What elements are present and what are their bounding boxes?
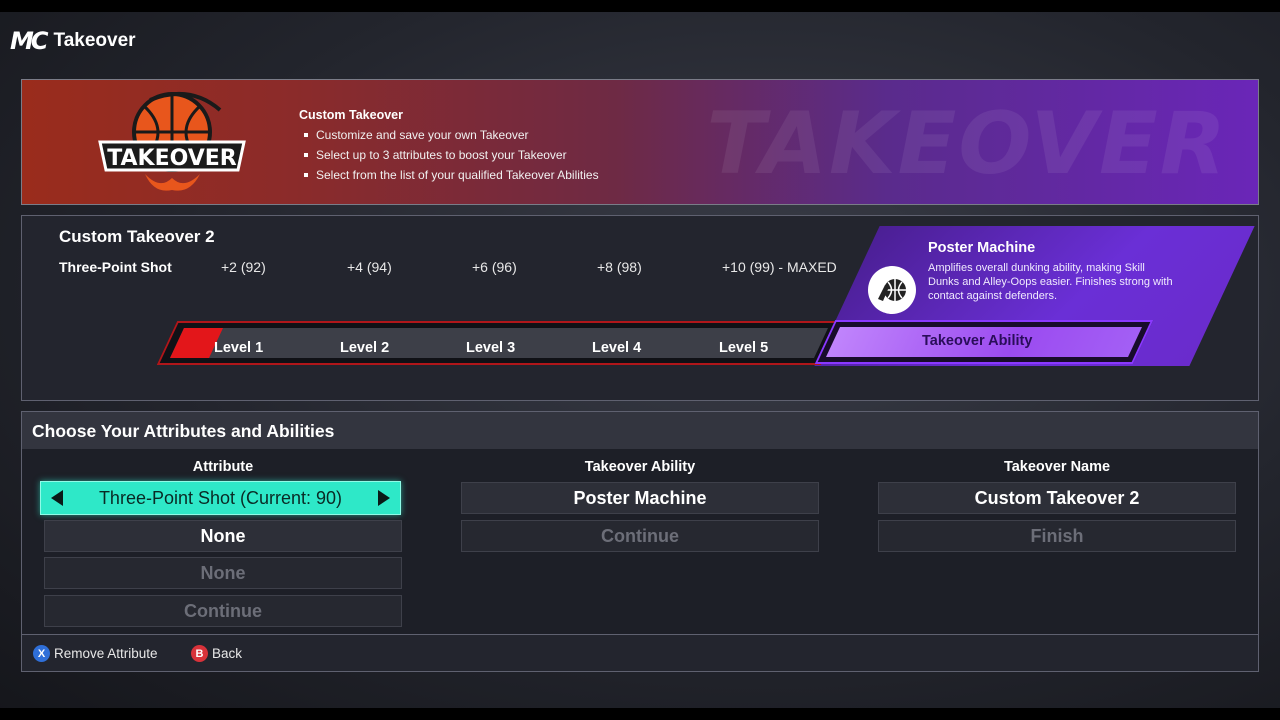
level-3-label: Level 3 <box>466 340 516 356</box>
remove-attribute-label: Remove Attribute <box>54 646 158 661</box>
letterbox-bottom <box>0 708 1280 720</box>
level-4-label: Level 4 <box>592 340 642 356</box>
boost-level-4: +8 (98) <box>597 259 642 275</box>
attribute-slot-2[interactable]: None <box>44 520 402 552</box>
back-label: Back <box>212 646 243 661</box>
banner-info: Custom Takeover Customize and save your … <box>299 108 599 188</box>
takeover-logo-text: TAKEOVER <box>107 146 237 171</box>
letterbox-top <box>0 0 1280 12</box>
back-hint[interactable]: B Back <box>191 645 242 662</box>
name-column-header: Takeover Name <box>1003 459 1111 475</box>
banner-bullet: Select from the list of your qualified T… <box>299 168 599 182</box>
boost-level-5: +10 (99) - MAXED <box>722 259 837 275</box>
x-button-icon: X <box>33 645 50 662</box>
level-2-label: Level 2 <box>340 340 390 356</box>
boost-level-1: +2 (92) <box>221 259 266 275</box>
mc-logo: MC <box>10 27 48 55</box>
takeover-logo: TAKEOVER <box>90 90 254 196</box>
page-title: Takeover <box>53 30 136 51</box>
takeover-progress-panel: Custom Takeover 2 Three-Point Shot +2 (9… <box>21 215 1259 401</box>
banner-bullets: Customize and save your own Takeover Sel… <box>299 128 599 182</box>
level-5-label: Level 5 <box>719 340 769 356</box>
attribute-column-header: Attribute <box>192 459 254 475</box>
takeover-ability-bar-label: Takeover Ability <box>922 333 1033 349</box>
ability-description: Amplifies overall dunking ability, makin… <box>928 262 1173 302</box>
takeover-banner: TAKEOVER TAKEOVER Custom Takeover Custom… <box>21 79 1259 205</box>
ability-continue-button[interactable]: Continue <box>461 520 819 552</box>
takeover-name-button[interactable]: Custom Takeover 2 <box>878 482 1236 514</box>
attribute-label: Three-Point Shot <box>59 259 172 275</box>
arrow-left-icon[interactable] <box>51 490 63 506</box>
attribute-slot-3[interactable]: None <box>44 557 402 589</box>
level-1-label: Level 1 <box>214 340 264 356</box>
custom-takeover-name: Custom Takeover 2 <box>59 227 215 246</box>
boost-level-2: +4 (94) <box>347 259 392 275</box>
remove-attribute-hint[interactable]: X Remove Attribute <box>33 645 158 662</box>
ability-select-button[interactable]: Poster Machine <box>461 482 819 514</box>
button-hints-footer: X Remove Attribute B Back <box>21 634 1259 672</box>
page-header: MC Takeover <box>10 27 136 55</box>
basketball-dunk-icon <box>868 266 916 314</box>
choose-section-header: Choose Your Attributes and Abilities <box>21 411 1259 449</box>
finish-button[interactable]: Finish <box>878 520 1236 552</box>
attribute-selector[interactable]: Three-Point Shot (Current: 90) <box>40 481 401 515</box>
banner-bullet: Select up to 3 attributes to boost your … <box>299 148 599 162</box>
banner-info-title: Custom Takeover <box>299 108 403 122</box>
ability-column-header: Takeover Ability <box>584 459 696 475</box>
attribute-boost-row: Three-Point Shot +2 (92) +4 (94) +6 (96)… <box>59 259 849 279</box>
attribute-continue-button[interactable]: Continue <box>44 595 402 627</box>
basketball-icon <box>98 92 246 191</box>
banner-watermark: TAKEOVER <box>706 94 1228 194</box>
arrow-right-icon[interactable] <box>377 490 390 506</box>
ability-title: Poster Machine <box>928 240 1036 256</box>
boost-level-3: +6 (96) <box>472 259 517 275</box>
attribute-selector-value: Three-Point Shot (Current: 90) <box>98 487 343 508</box>
banner-bullet: Customize and save your own Takeover <box>299 128 599 142</box>
choose-section-title: Choose Your Attributes and Abilities <box>32 421 335 441</box>
b-button-icon: B <box>191 645 208 662</box>
